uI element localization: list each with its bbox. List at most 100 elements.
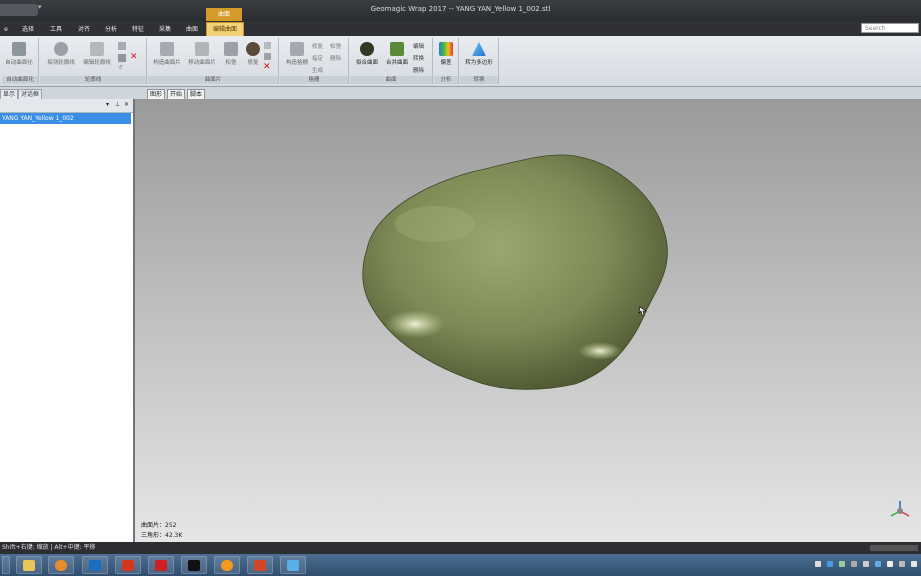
patch-grid-icon[interactable] [264,53,271,60]
group-grids: 构造格栅 修复 松弛 指定 删除 生成 格栅 [280,38,349,84]
tray-icon[interactable] [911,561,917,567]
delete-icon[interactable]: ✕ [130,52,138,62]
taskbar-media[interactable] [48,556,74,574]
model-manager-panel: ▾ ⊥ ✕ YANG YAN_Yellow 1_002 [0,99,135,542]
grid-repair-item[interactable]: 修复 [312,42,323,50]
fit-surfaces-icon [360,42,374,56]
move-patches-button[interactable]: 移动曲面片 [185,40,219,74]
group-surfaces: 拟合曲面 合并曲面 编辑 转换 删除 曲面 [350,38,433,84]
status-hint: Shift+右键: 缩放 | Alt+中键: 平移 [2,544,96,551]
panel-tab-row: 显示 对话框 [0,87,135,100]
grid-generate-item[interactable]: 生成 [312,66,323,74]
search-input[interactable]: Search [861,23,919,33]
patch-count: 曲面片：252 [141,522,177,529]
repair-patches-button[interactable]: 修复 [242,40,264,74]
convert-to-polygons-button[interactable]: 转为多边形 [462,40,496,74]
grid-delete-item[interactable]: 删除 [330,54,341,62]
tray-icon[interactable] [863,561,869,567]
contour-table-icon[interactable] [118,54,126,62]
ribbon: 自动曲面化 自动曲面化 探测轮廓线 编辑轮廓线 ✕ ↺ 轮廓线 构造曲面片 移动… [0,36,921,87]
taskbar-browser[interactable] [214,556,240,574]
tab-tools[interactable]: 工具 [44,23,68,36]
tray-icon[interactable] [887,561,893,567]
edit-contours-button[interactable]: 编辑轮廓线 [80,40,114,74]
detect-contours-button[interactable]: 探测轮廓线 [44,40,78,74]
taskbar-tool[interactable] [280,556,306,574]
close-icon[interactable]: ✕ [124,101,129,108]
tray-icon[interactable] [839,561,845,567]
tab-edit-surface[interactable]: 编辑曲面 [206,22,244,37]
taskbar-geomagic[interactable] [82,556,108,574]
relax-icon [224,42,238,56]
panel-menu-icon[interactable]: ▾ [106,101,109,108]
window-title: Geomagic Wrap 2017 -- YANG YAN_Yellow 1_… [370,5,551,13]
merge-surfaces-icon [390,42,404,56]
taskbar-explorer[interactable] [16,556,42,574]
surface-delete-item[interactable]: 删除 [413,66,424,74]
patch-tool-icon[interactable] [264,42,271,49]
grid-relax-item[interactable]: 松弛 [330,42,341,50]
detect-contours-icon [54,42,68,56]
contour-small-icon[interactable]: ↺ [118,65,123,71]
tool-icon [287,560,299,571]
move-patches-icon [195,42,209,56]
autodesk-icon [188,560,200,571]
tab-analysis[interactable]: 分析 [99,23,123,36]
panel-header: ▾ ⊥ ✕ [0,99,133,113]
ribbon-tab-row: e 选择 工具 对齐 分析 特征 采集 曲面 编辑曲面 [0,21,921,37]
triangle-count: 三角形：42.3K [141,532,183,539]
3d-viewport[interactable]: 曲面片：252 三角形：42.3K [135,99,921,542]
tree-item-model[interactable]: YANG YAN_Yellow 1_002 [0,113,131,124]
grid-assign-item[interactable]: 指定 [312,54,323,62]
group-contours: 探测轮廓线 编辑轮廓线 ✕ ↺ 轮廓线 [40,38,147,84]
tray-icon[interactable] [827,561,833,567]
tray-icon[interactable] [899,561,905,567]
auto-surface-icon [12,42,26,56]
surface-convert-item[interactable]: 转换 [413,54,424,62]
specular-highlight [578,342,622,360]
progress-track [870,545,918,551]
tab-select[interactable]: 选择 [16,23,40,36]
group-convert: 转为多边形 转换 [460,38,499,84]
taskbar [0,554,921,576]
taskbar-wps[interactable] [115,556,141,574]
view-tab-row: 图形 开始 脚本 [135,87,921,100]
patch-delete-icon[interactable]: ✕ [263,62,271,72]
taskbar-powerpoint[interactable] [247,556,273,574]
surface-shading [395,206,475,242]
tab-capture[interactable]: 采集 [153,23,177,36]
taskbar-solidworks[interactable] [148,556,174,574]
edit-contours-icon [90,42,104,56]
tray-icon[interactable] [815,561,821,567]
merge-surfaces-button[interactable]: 合并曲面 [382,40,412,74]
auto-surface-button[interactable]: 自动曲面化 [5,40,33,74]
deviation-button[interactable]: 偏差 [434,40,458,74]
contour-tool-icon[interactable] [118,42,126,50]
tray-icon[interactable] [875,561,881,567]
surface-edit-item[interactable]: 编辑 [413,42,424,50]
construct-patches-icon [160,42,174,56]
start-button[interactable] [2,556,10,574]
construct-patches-button[interactable]: 构造曲面片 [150,40,184,74]
tray-icon[interactable] [851,561,857,567]
tab-features[interactable]: 特征 [126,23,150,36]
browser-icon [221,560,233,571]
model-render [362,154,910,517]
rock-model[interactable] [362,154,668,390]
pin-icon[interactable]: ⊥ [115,101,120,108]
status-bar: Shift+右键: 缩放 | Alt+中键: 平移 [0,542,921,554]
group-auto-surface: 自动曲面化 自动曲面化 [2,38,39,84]
fit-surfaces-button[interactable]: 拟合曲面 [352,40,382,74]
tab-surface[interactable]: 曲面 [180,23,204,36]
axis-triad-icon [890,501,910,517]
construct-grids-icon [290,42,304,56]
relax-patches-button[interactable]: 松弛 [220,40,242,74]
solidworks-icon [155,560,167,571]
group-patches: 构造曲面片 移动曲面片 松弛 修复 ✕ 曲面片 [148,38,279,84]
tab-file-edge[interactable]: e [2,23,10,36]
specular-highlight [385,310,445,338]
taskbar-autodesk[interactable] [181,556,207,574]
group-analysis: 偏差 分析 [434,38,459,84]
tab-align[interactable]: 对齐 [72,23,96,36]
construct-grids-button[interactable]: 构造格栅 [282,40,312,74]
